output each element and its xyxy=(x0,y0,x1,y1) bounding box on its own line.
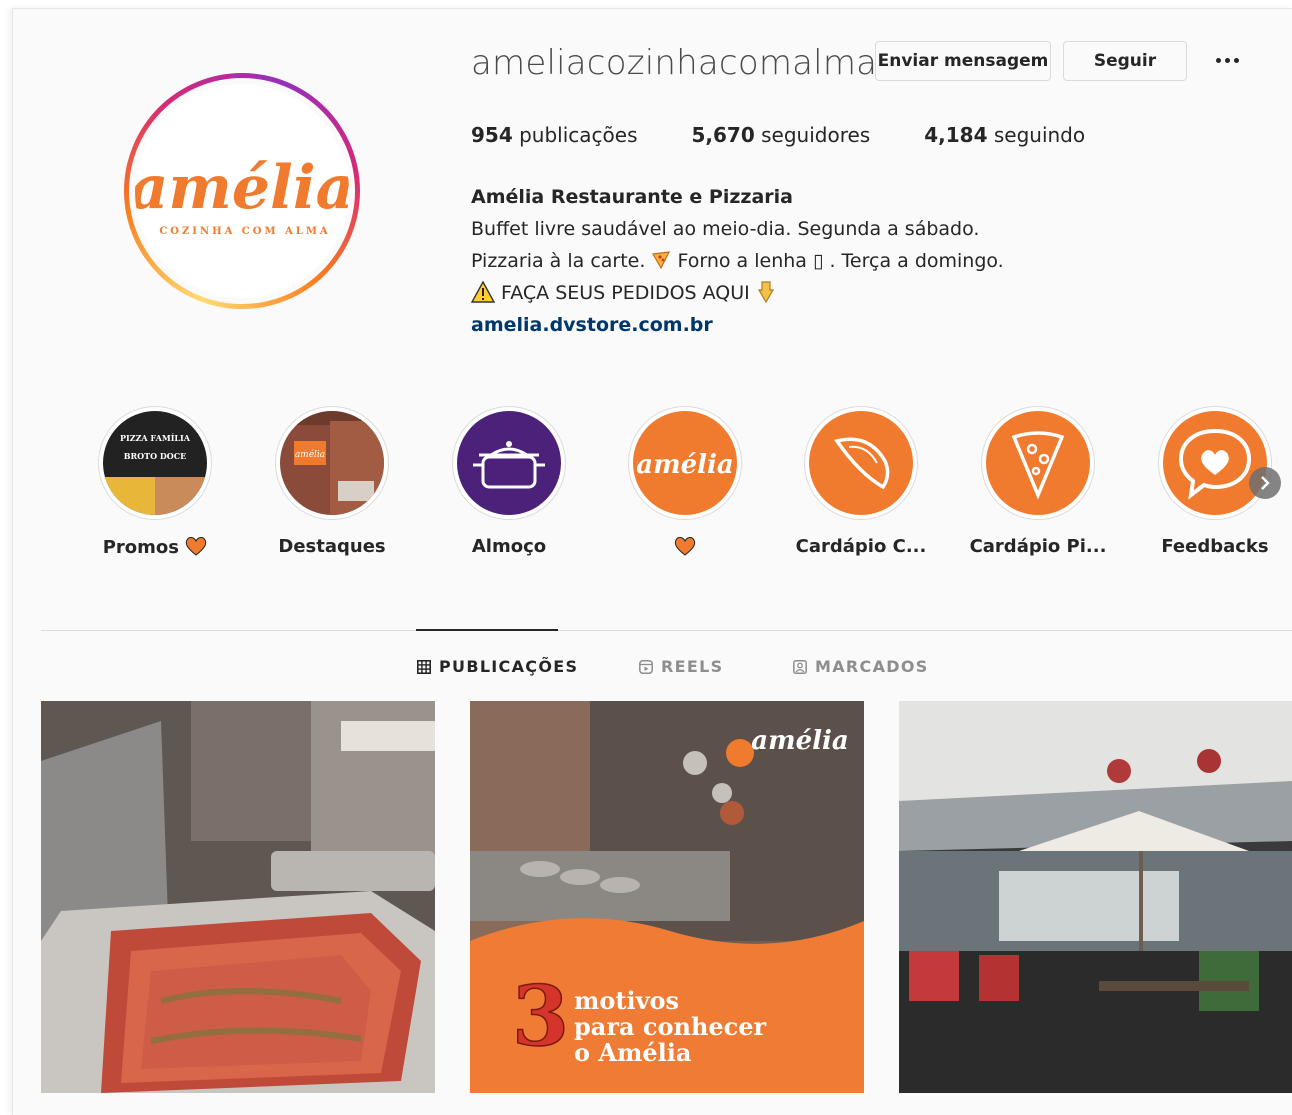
post-thumbnail[interactable]: amélia 3 motivos para conhecer o Amélia xyxy=(470,701,864,1093)
highlight-cover: amélia xyxy=(633,411,737,515)
heart-icon xyxy=(186,537,207,556)
svg-text:3: 3 xyxy=(512,969,569,1065)
chevron-right-icon xyxy=(1261,476,1270,490)
svg-text:amélia: amélia xyxy=(135,153,349,223)
highlight-label: Destaques xyxy=(278,536,386,557)
tabs-divider xyxy=(41,630,1292,631)
profile-avatar[interactable]: amélia COZINHA COM ALMA xyxy=(124,73,360,309)
calzone-icon xyxy=(809,411,913,515)
highlight-cover: PIZZA FAMÍLIA BROTO DOCE xyxy=(103,411,207,515)
pointing-down-icon xyxy=(757,281,774,304)
profile-page: amélia COZINHA COM ALMA ameliacozinhacom… xyxy=(12,8,1292,1115)
warning-icon xyxy=(470,280,496,303)
profile-full-name: Amélia Restaurante e Pizzaria xyxy=(471,186,793,208)
highlight-destaques[interactable]: amélia Destaques xyxy=(262,406,402,557)
svg-text:PIZZA FAMÍLIA: PIZZA FAMÍLIA xyxy=(120,433,191,443)
highlight-heart[interactable]: amélia xyxy=(615,406,755,561)
post-thumbnail[interactable] xyxy=(41,701,435,1093)
tab-label: MARCADOS xyxy=(815,657,929,676)
bio-line: Pizzaria à la carte. Forno a lenha ▯ . T… xyxy=(471,250,1004,272)
amelia-logo: amélia COZINHA COM ALMA xyxy=(135,84,349,298)
highlight-almoco[interactable]: Almoço xyxy=(439,406,579,557)
reels-icon xyxy=(639,659,653,674)
highlight-label: Feedbacks xyxy=(1161,536,1269,557)
pizza-icon xyxy=(652,251,671,270)
pot-icon xyxy=(457,411,561,515)
tab-reels[interactable]: REELS xyxy=(639,657,723,676)
post-image: amélia 3 motivos para conhecer o Amélia xyxy=(470,701,864,1093)
following-stat[interactable]: 4,184 seguindo xyxy=(924,123,1085,147)
pizza-slice-icon xyxy=(986,411,1090,515)
highlight-promos[interactable]: PIZZA FAMÍLIA BROTO DOCE Promos xyxy=(85,406,225,558)
bio-link[interactable]: amelia.dvstore.com.br xyxy=(471,309,1004,341)
highlights-next-button[interactable] xyxy=(1249,467,1281,499)
svg-text:para conhecer: para conhecer xyxy=(574,1012,767,1041)
post-image xyxy=(899,701,1292,1093)
post-thumbnail[interactable] xyxy=(899,701,1292,1093)
svg-text:amélia: amélia xyxy=(751,726,849,756)
svg-text:COZINHA COM ALMA: COZINHA COM ALMA xyxy=(159,226,330,237)
tab-marcados[interactable]: MARCADOS xyxy=(793,657,929,676)
profile-bio: Amélia Restaurante e Pizzaria Buffet liv… xyxy=(470,181,1004,341)
bio-line: FAÇA SEUS PEDIDOS AQUI xyxy=(470,277,1004,309)
follow-button[interactable]: Seguir xyxy=(1063,41,1187,81)
heart-bubble-icon xyxy=(1163,411,1267,515)
heart-icon xyxy=(674,537,696,556)
send-message-button[interactable]: Enviar mensagem xyxy=(875,41,1051,81)
bio-line: Buffet livre saudável ao meio-dia. Segun… xyxy=(471,218,980,240)
grid-icon xyxy=(417,659,431,674)
highlight-label: Promos xyxy=(102,537,179,558)
more-options-icon[interactable] xyxy=(1209,45,1245,75)
highlight-label: Cardápio Pi... xyxy=(969,536,1107,557)
active-tab-indicator xyxy=(416,629,558,631)
svg-text:amélia: amélia xyxy=(295,449,325,460)
posts-stat[interactable]: 954 publicações xyxy=(471,123,638,147)
profile-stats: 954 publicações 5,670 seguidores 4,184 s… xyxy=(471,123,1085,147)
tab-label: REELS xyxy=(661,657,724,676)
highlight-cardapio-c[interactable]: Cardápio C... xyxy=(791,406,931,557)
profile-username: ameliacozinhacomalma xyxy=(471,43,878,83)
highlight-cardapio-pi[interactable]: Cardápio Pi... xyxy=(968,406,1108,557)
svg-text:BROTO DOCE: BROTO DOCE xyxy=(124,451,186,461)
highlight-cover: amélia xyxy=(280,411,384,515)
svg-text:amélia: amélia xyxy=(636,450,734,480)
tab-label: PUBLICAÇÕES xyxy=(439,657,579,676)
svg-text:o Amélia: o Amélia xyxy=(574,1038,691,1067)
highlight-label: Cardápio C... xyxy=(795,536,927,557)
tagged-icon xyxy=(793,659,807,674)
followers-stat[interactable]: 5,670 seguidores xyxy=(692,123,871,147)
svg-text:motivos: motivos xyxy=(574,986,679,1015)
tab-publicacoes[interactable]: PUBLICAÇÕES xyxy=(417,657,578,676)
highlight-label: Almoço xyxy=(471,536,547,557)
post-image xyxy=(41,701,435,1093)
